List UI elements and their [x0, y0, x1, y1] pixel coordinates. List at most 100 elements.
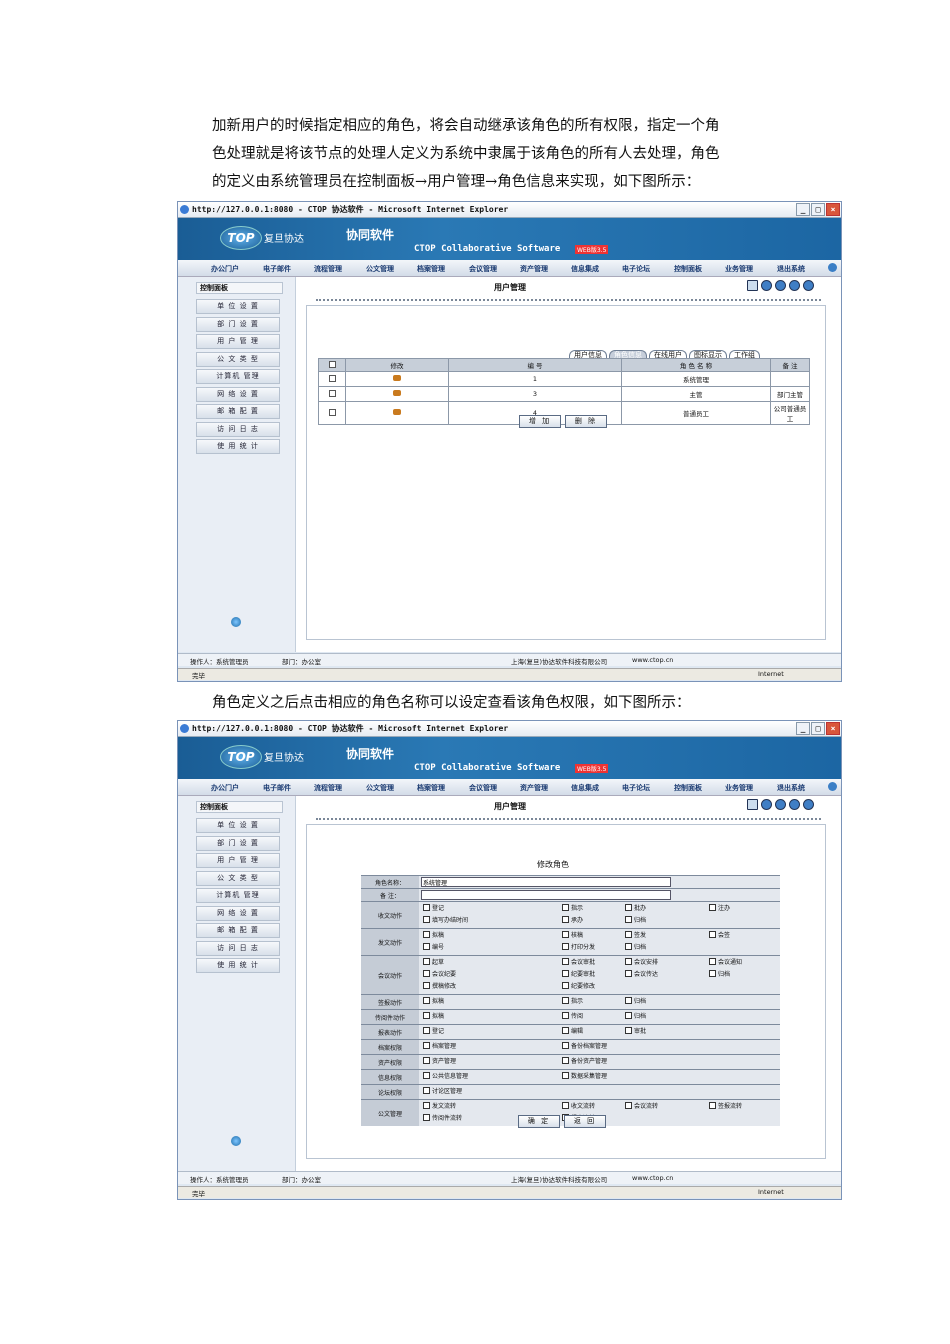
permission-checkbox[interactable]: 收文流转 [562, 1101, 595, 1110]
permission-checkbox[interactable]: 填写办结时间 [423, 915, 468, 924]
checkbox-icon[interactable] [709, 970, 716, 977]
minimize-button[interactable]: _ [796, 203, 810, 216]
permission-checkbox[interactable]: 拟稿 [423, 930, 444, 939]
checkbox-icon[interactable] [562, 1102, 569, 1109]
checkbox-icon[interactable] [562, 1012, 569, 1019]
role-name[interactable]: 普通员工 [621, 401, 771, 425]
permission-checkbox[interactable]: 承办 [562, 915, 583, 924]
edit-icon[interactable] [393, 375, 401, 381]
checkbox-icon[interactable] [423, 1057, 430, 1064]
checkbox-icon[interactable] [423, 1102, 430, 1109]
confirm-button[interactable]: 确 定 [518, 1115, 560, 1128]
permission-checkbox[interactable]: 备份资产管理 [562, 1056, 607, 1065]
refresh-icon[interactable] [803, 799, 814, 810]
sidebar-item-dept[interactable]: 部 门 设 置 [196, 317, 280, 332]
permission-checkbox[interactable]: 会议纪要 [423, 969, 456, 978]
permission-checkbox[interactable]: 批办 [625, 903, 646, 912]
permission-checkbox[interactable]: 指示 [562, 996, 583, 1005]
menu-archive[interactable]: 档案管理 [417, 783, 445, 793]
sidebar-item-network[interactable]: 网 络 设 置 [196, 387, 280, 402]
checkbox-icon[interactable] [562, 1027, 569, 1034]
permission-checkbox[interactable]: 讨论区管理 [423, 1086, 462, 1095]
permission-checkbox[interactable]: 传阅件流转 [423, 1113, 462, 1122]
sidebar-item-mailbox[interactable]: 邮 箱 配 置 [196, 923, 280, 938]
back-icon[interactable] [775, 799, 786, 810]
menu-business[interactable]: 业务管理 [725, 264, 753, 274]
checkbox-icon[interactable] [423, 982, 430, 989]
globe-icon[interactable] [761, 799, 772, 810]
permission-checkbox[interactable]: 发文流转 [423, 1101, 456, 1110]
checkbox-icon[interactable] [423, 1087, 430, 1094]
checkbox-icon[interactable] [709, 904, 716, 911]
sidebar-item-unit[interactable]: 单 位 设 置 [196, 818, 280, 833]
sidebar-item-unit[interactable]: 单 位 设 置 [196, 299, 280, 314]
checkbox-icon[interactable] [562, 916, 569, 923]
menu-forum[interactable]: 电子论坛 [622, 264, 650, 274]
menu-logout[interactable]: 退出系统 [777, 264, 805, 274]
sidebar-item-doctype[interactable]: 公 文 类 型 [196, 871, 280, 886]
checkbox-icon[interactable] [562, 997, 569, 1004]
sidebar-item-dept[interactable]: 部 门 设 置 [196, 836, 280, 851]
delete-button[interactable]: 删 除 [565, 415, 607, 428]
checkbox-icon[interactable] [625, 931, 632, 938]
checkbox-icon[interactable] [625, 943, 632, 950]
close-button[interactable]: × [826, 203, 840, 216]
checkbox-icon[interactable] [562, 1042, 569, 1049]
checkbox-icon[interactable] [709, 931, 716, 938]
checkbox-icon[interactable] [625, 958, 632, 965]
edit-icon[interactable] [393, 390, 401, 396]
menu-email[interactable]: 电子邮件 [263, 264, 291, 274]
permission-checkbox[interactable]: 起草 [423, 957, 444, 966]
menu-info[interactable]: 信息集成 [571, 264, 599, 274]
help-icon[interactable] [828, 782, 837, 791]
menu-workflow[interactable]: 流程管理 [314, 783, 342, 793]
menu-document[interactable]: 公文管理 [366, 264, 394, 274]
permission-checkbox[interactable]: 纪要审批 [562, 969, 595, 978]
edit-icon[interactable] [393, 409, 401, 415]
menu-info[interactable]: 信息集成 [571, 783, 599, 793]
checkbox-icon[interactable] [562, 1057, 569, 1064]
permission-checkbox[interactable]: 拟稿 [423, 1011, 444, 1020]
checkbox-icon[interactable] [562, 970, 569, 977]
forward-icon[interactable] [789, 280, 800, 291]
permission-checkbox[interactable]: 备份档案管理 [562, 1041, 607, 1050]
menu-logout[interactable]: 退出系统 [777, 783, 805, 793]
minimize-button[interactable]: _ [796, 722, 810, 735]
menu-email[interactable]: 电子邮件 [263, 783, 291, 793]
permission-checkbox[interactable]: 会议流转 [625, 1101, 658, 1110]
checkbox-icon[interactable] [423, 1042, 430, 1049]
permission-checkbox[interactable]: 签报流转 [709, 1101, 742, 1110]
checkbox-icon[interactable] [562, 982, 569, 989]
menu-portal[interactable]: 办公门户 [211, 783, 239, 793]
permission-checkbox[interactable]: 编辑 [562, 1026, 583, 1035]
sidebar-item-computer[interactable]: 计算机 管理 [196, 369, 280, 384]
menu-control-panel[interactable]: 控制面板 [674, 783, 702, 793]
checkbox-icon[interactable] [423, 1114, 430, 1121]
role-name[interactable]: 主管 [621, 386, 771, 402]
checkbox-icon[interactable] [625, 997, 632, 1004]
permission-checkbox[interactable]: 会议传达 [625, 969, 658, 978]
sidebar-item-stats[interactable]: 使 用 统 计 [196, 439, 280, 454]
permission-checkbox[interactable]: 签发 [625, 930, 646, 939]
permission-checkbox[interactable]: 指示 [562, 903, 583, 912]
permission-checkbox[interactable]: 归档 [709, 969, 730, 978]
checkbox-icon[interactable] [562, 943, 569, 950]
menu-business[interactable]: 业务管理 [725, 783, 753, 793]
permission-checkbox[interactable]: 数据采集管理 [562, 1071, 607, 1080]
permission-checkbox[interactable]: 打印分发 [562, 942, 595, 951]
checkbox-icon[interactable] [625, 1102, 632, 1109]
permission-checkbox[interactable]: 审批 [625, 1026, 646, 1035]
row-checkbox[interactable] [328, 389, 336, 397]
sidebar-item-doctype[interactable]: 公 文 类 型 [196, 352, 280, 367]
menu-meeting[interactable]: 会议管理 [469, 264, 497, 274]
menu-meeting[interactable]: 会议管理 [469, 783, 497, 793]
checkbox-icon[interactable] [625, 916, 632, 923]
menu-archive[interactable]: 档案管理 [417, 264, 445, 274]
checkbox-icon[interactable] [562, 1072, 569, 1079]
menu-document[interactable]: 公文管理 [366, 783, 394, 793]
permission-checkbox[interactable]: 会议审批 [562, 957, 595, 966]
permission-checkbox[interactable]: 传阅 [562, 1011, 583, 1020]
back-button[interactable]: 返 回 [564, 1115, 606, 1128]
checkbox-icon[interactable] [423, 904, 430, 911]
checkbox-icon[interactable] [709, 958, 716, 965]
